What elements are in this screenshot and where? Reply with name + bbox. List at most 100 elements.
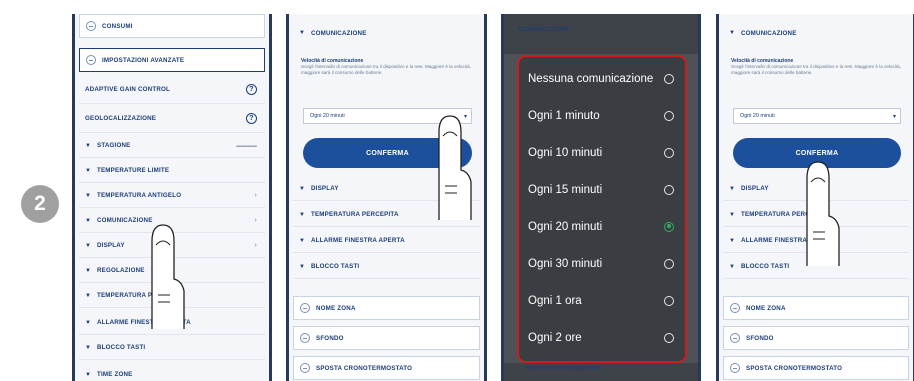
- row-temperatura-antigelo[interactable]: ▼ TEMPERATURA ANTIGELO ›: [79, 184, 265, 208]
- row-label: ALLARME FINESTRA APERTA: [741, 237, 835, 244]
- row-label: SFONDO: [746, 334, 774, 342]
- chevron-down-icon: ▼: [85, 267, 92, 274]
- row-display[interactable]: ▼ DISPLAY ›: [79, 234, 265, 258]
- section-impostazioni-avanzate[interactable]: IMPOSTAZIONI AVANZATE: [79, 48, 265, 72]
- chevron-down-icon: ▼: [85, 217, 92, 224]
- expand-circle-icon: [300, 363, 310, 373]
- radio-icon[interactable]: [664, 295, 674, 306]
- help-icon[interactable]: ?: [246, 84, 257, 95]
- section-sposta-cronotermostato[interactable]: SPOSTA CRONOTERMOSTATO: [293, 356, 480, 380]
- chevron-down-icon: ▼: [85, 292, 92, 299]
- option-ogni-10-minuti[interactable]: Ogni 10 minuti: [519, 135, 685, 170]
- radio-icon[interactable]: [664, 332, 674, 343]
- row-label: SPOSTA CRONOTERMOSTATO: [316, 364, 413, 372]
- row-blocco-tasti[interactable]: ▼ BLOCCO TASTI: [79, 336, 265, 360]
- section-header-comunicazione[interactable]: ▼ COMUNICAZIONE: [723, 20, 909, 46]
- row-temperatura-percepita[interactable]: ▼ TEMPERATURA PERCEPITA: [723, 203, 909, 227]
- row-label: ALLARME FINESTRA APERTA: [97, 319, 191, 326]
- row-label: BLOCCO TASTI: [97, 344, 146, 351]
- screen-comunicazione: ▼ COMUNICAZIONE Velocità di comunicazion…: [286, 14, 487, 381]
- chevron-down-icon: ▼: [729, 263, 736, 270]
- chevron-down-icon: ▼: [729, 237, 736, 244]
- tutorial-step: 2 CONSUMI IMPOSTAZIONI AVANZATE ADAPTIVE…: [0, 0, 914, 381]
- row-label: COMUNICAZIONE: [311, 29, 367, 37]
- option-ogni-30-minuti[interactable]: Ogni 30 minuti: [519, 246, 685, 281]
- expand-circle-icon: [300, 303, 310, 313]
- option-ogni-1-ora[interactable]: Ogni 1 ora: [519, 283, 685, 318]
- dimmed-header-label: COMUNICAZIONE: [518, 27, 570, 33]
- row-allarme-finestra-aperta[interactable]: ▼ ALLARME FINESTRA APERTA: [723, 229, 909, 253]
- row-blocco-tasti[interactable]: ▼ BLOCCO TASTI: [293, 255, 480, 279]
- option-nessuna-comunicazione[interactable]: Nessuna comunicazione: [519, 61, 685, 96]
- dimmed-footer: SPOSTA CRONOTERMOSTATO: [504, 363, 698, 381]
- row-time-zone[interactable]: ▼ TIME ZONE: [79, 363, 265, 381]
- row-adaptive-gain-control[interactable]: ADAPTIVE GAIN CONTROL ?: [79, 76, 265, 104]
- section-nome-zona[interactable]: NOME ZONA: [723, 296, 909, 320]
- option-label: Ogni 2 ore: [528, 331, 582, 344]
- option-label: Ogni 30 minuti: [528, 257, 603, 270]
- row-label: TIME ZONE: [97, 371, 133, 378]
- row-blocco-tasti[interactable]: ▼ BLOCCO TASTI: [723, 255, 909, 279]
- communication-description: Velocità di comunicazione Scegli l'inter…: [301, 58, 472, 76]
- option-ogni-1-minuto[interactable]: Ogni 1 minuto: [519, 98, 685, 133]
- section-consumi[interactable]: CONSUMI: [79, 14, 265, 38]
- row-label: COMUNICAZIONE: [741, 29, 797, 37]
- row-display[interactable]: ▼ DISPLAY: [723, 177, 909, 201]
- row-label: STAGIONE: [97, 142, 131, 149]
- dropdown-caret-icon: ▾: [892, 113, 896, 120]
- row-temperatura-percepita[interactable]: ▼ TEMPERATURA PERCEPITA: [293, 203, 480, 227]
- row-label: BLOCCO TASTI: [741, 263, 790, 270]
- confirm-button[interactable]: CONFERMA: [303, 138, 472, 168]
- row-stagione[interactable]: ▼ STAGIONE ▬▬▬▬: [79, 134, 265, 158]
- row-regolazione[interactable]: ▼ REGOLAZIONE: [79, 259, 265, 283]
- row-label: BLOCCO TASTI: [311, 263, 360, 270]
- interval-select[interactable]: Ogni 20 minuti ▾: [303, 108, 472, 124]
- radio-icon[interactable]: [664, 73, 674, 84]
- description-body: Scegli l'intervallo di comunicazione tra…: [301, 64, 471, 75]
- chevron-down-icon: ▼: [85, 242, 92, 249]
- option-label: Ogni 1 minuto: [528, 109, 600, 122]
- section-nome-zona[interactable]: NOME ZONA: [293, 296, 480, 320]
- radio-icon[interactable]: [664, 110, 674, 121]
- row-temperatura-percepita[interactable]: ▼ TEMPERATURA PERCEPITA: [79, 284, 265, 308]
- section-sfondo[interactable]: SFONDO: [723, 326, 909, 350]
- radio-icon[interactable]: [664, 258, 674, 269]
- confirm-button[interactable]: CONFERMA: [733, 138, 901, 168]
- chevron-down-icon: ▼: [85, 371, 92, 378]
- row-label: NOME ZONA: [746, 304, 786, 312]
- row-temperature-limite[interactable]: ▼ TEMPERATURE LIMITE: [79, 159, 265, 183]
- row-label: ADAPTIVE GAIN CONTROL: [85, 86, 170, 93]
- row-label: IMPOSTAZIONI AVANZATE: [102, 56, 185, 64]
- row-label: TEMPERATURE LIMITE: [97, 167, 170, 174]
- row-label: SPOSTA CRONOTERMOSTATO: [746, 364, 843, 372]
- section-sfondo[interactable]: SFONDO: [293, 326, 480, 350]
- row-label: DISPLAY: [311, 185, 339, 192]
- section-sposta-cronotermostato[interactable]: SPOSTA CRONOTERMOSTATO: [723, 356, 909, 380]
- section-header-comunicazione[interactable]: ▼ COMUNICAZIONE: [293, 20, 480, 46]
- option-label: Ogni 20 minuti: [528, 220, 603, 233]
- row-label: ALLARME FINESTRA APERTA: [311, 237, 405, 244]
- row-label: DISPLAY: [741, 185, 769, 192]
- radio-icon[interactable]: [664, 147, 674, 158]
- option-ogni-20-minuti[interactable]: Ogni 20 minuti: [519, 209, 685, 244]
- row-allarme-finestra-aperta[interactable]: ▼ ALLARME FINESTRA APERTA: [293, 229, 480, 253]
- help-icon[interactable]: ?: [246, 113, 257, 124]
- option-ogni-2-ore[interactable]: Ogni 2 ore: [519, 320, 685, 355]
- option-label: Ogni 15 minuti: [528, 183, 603, 196]
- row-geolocalizzazione[interactable]: GEOLOCALIZZAZIONE ?: [79, 105, 265, 133]
- row-label: TEMPERATURA PERCEPITA: [97, 292, 185, 299]
- option-ogni-15-minuti[interactable]: Ogni 15 minuti: [519, 172, 685, 207]
- row-display[interactable]: ▼ DISPLAY: [293, 177, 480, 201]
- chevron-down-icon: ▼: [729, 30, 736, 36]
- radio-selected-icon[interactable]: [664, 221, 674, 232]
- row-comunicazione[interactable]: ▼ COMUNICAZIONE ›: [79, 209, 265, 233]
- row-label: COMUNICAZIONE: [97, 217, 153, 224]
- row-label: TEMPERATURA ANTIGELO: [97, 192, 182, 199]
- chevron-right-icon: ›: [254, 242, 257, 249]
- expand-circle-icon: [730, 363, 740, 373]
- row-label: GEOLOCALIZZAZIONE: [85, 115, 157, 122]
- radio-icon[interactable]: [664, 184, 674, 195]
- interval-select[interactable]: Ogni 20 minuti ▾: [733, 108, 901, 124]
- row-label: REGOLAZIONE: [97, 267, 145, 274]
- row-allarme-finestra-aperta[interactable]: ▼ ALLARME FINESTRA APERTA: [79, 311, 265, 335]
